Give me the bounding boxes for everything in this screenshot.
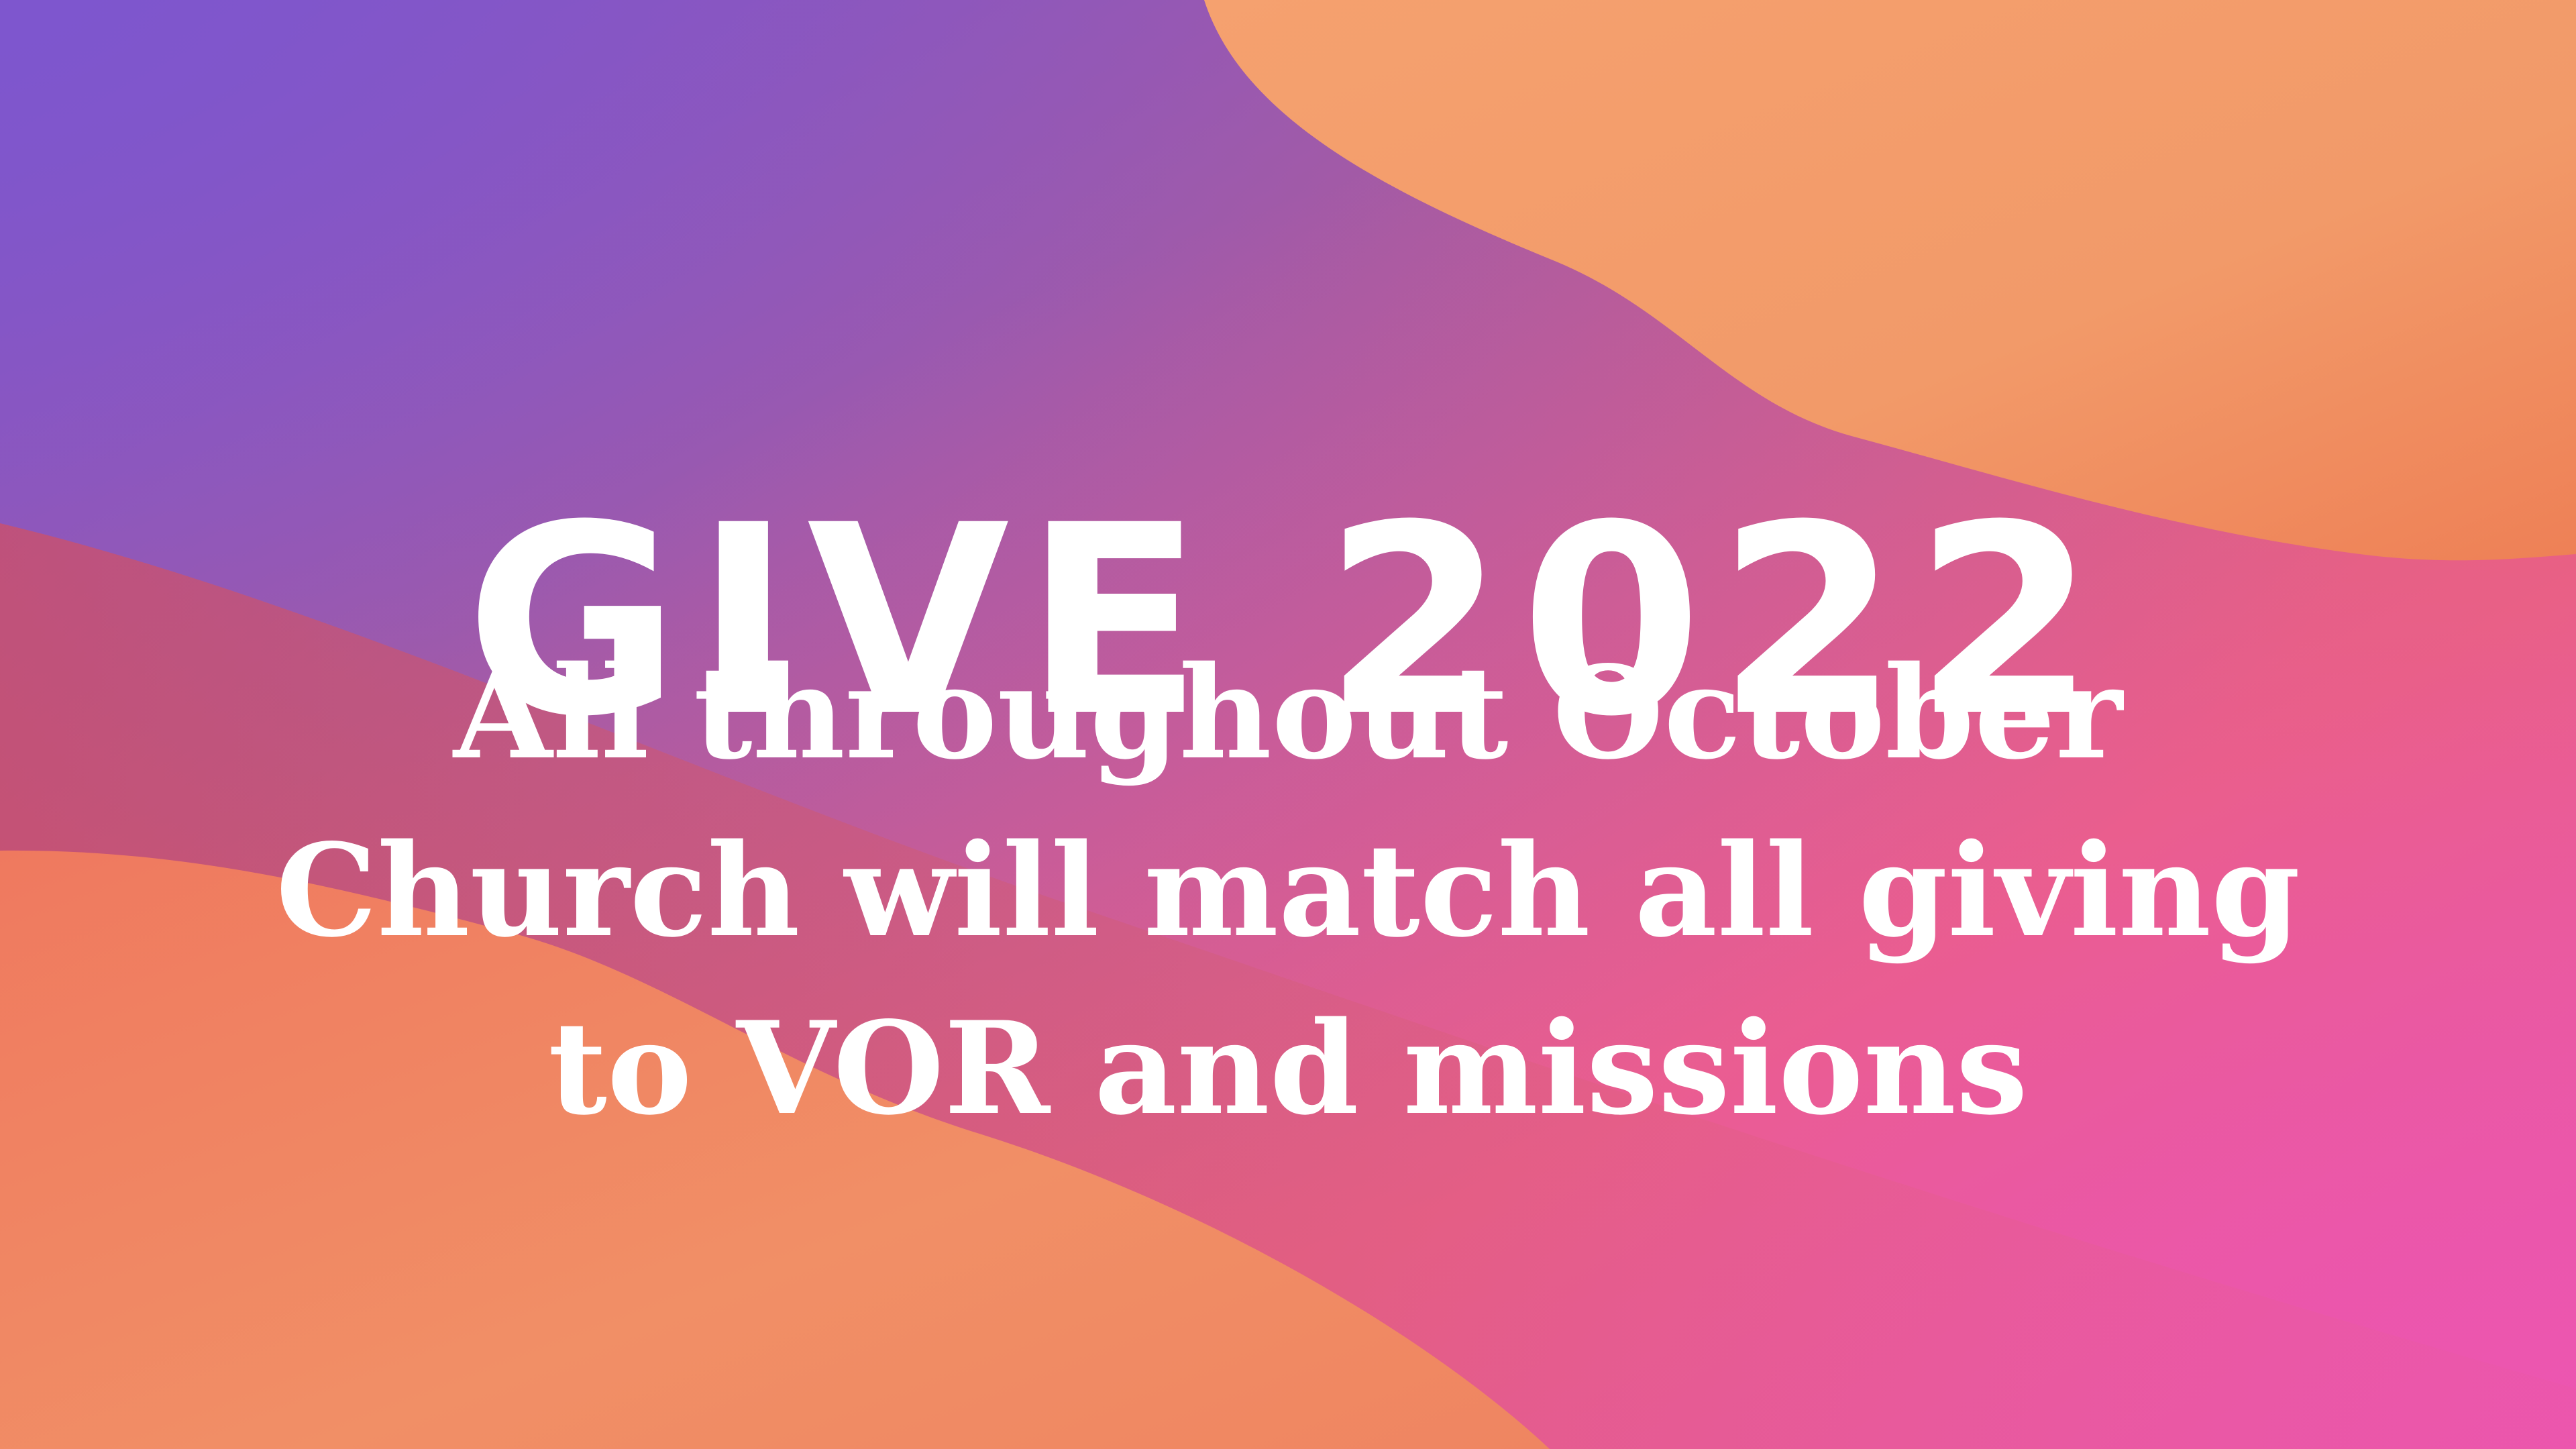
campaign-message: All throughout October Church will match…: [168, 624, 2408, 1157]
message-line-matching: Church will match all giving: [276, 816, 2300, 965]
announcement-slide: GIVE 2022 All throughout October Church …: [0, 0, 2576, 1449]
message-line-recipients: to VOR and missions: [548, 994, 2028, 1143]
message-line-october: All throughout October: [453, 638, 2123, 788]
